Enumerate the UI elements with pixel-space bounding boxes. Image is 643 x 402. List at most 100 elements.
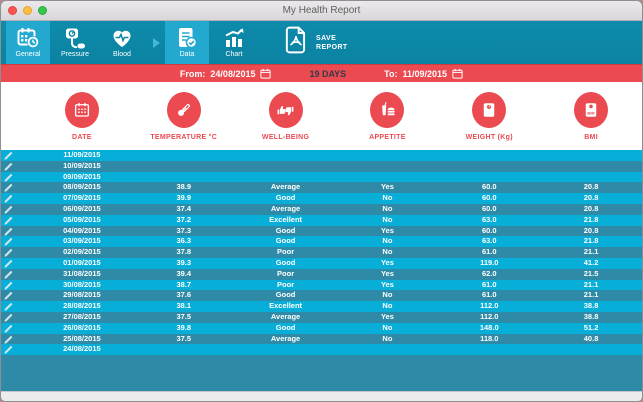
table-row[interactable]: 10/09/2015 [1, 160, 642, 172]
to-date-field[interactable]: To: 11/09/2015 [384, 68, 463, 79]
table-row[interactable]: 08/09/2015 38.9 Average Yes 60.0 20.8 [1, 182, 642, 194]
table-row[interactable]: 25/08/2015 37.5 Average No 118.0 40.8 [1, 333, 642, 345]
edit-pencil-icon[interactable] [1, 150, 31, 161]
from-date-field[interactable]: From: 24/08/2015 [180, 68, 272, 79]
cell-wellbeing: Average [270, 333, 301, 343]
cell-weight: 112.0 [480, 301, 499, 311]
table-row[interactable]: 07/09/2015 39.9 Good No 60.0 20.8 [1, 193, 642, 204]
edit-pencil-icon[interactable] [1, 344, 31, 355]
cell-date: 26/08/2015 [63, 322, 101, 332]
edit-pencil-icon[interactable] [1, 269, 31, 280]
cell-temperature: 38.7 [176, 279, 192, 289]
cell-date: 06/09/2015 [63, 204, 101, 214]
cell-bmi: 21.1 [583, 279, 599, 289]
table-row[interactable]: 05/09/2015 37.2 Excellent No 63.0 21.8 [1, 214, 642, 226]
toolbar-button-data[interactable]: Data [165, 21, 209, 64]
cell-bmi: 20.8 [583, 193, 599, 203]
table-row[interactable]: 01/09/2015 39.3 Good Yes 119.0 41.2 [1, 257, 642, 269]
cell-wellbeing: Good [275, 258, 296, 268]
edit-pencil-icon[interactable] [1, 172, 31, 183]
table-row[interactable]: 29/08/2015 37.6 Good No 61.0 21.1 [1, 290, 642, 302]
calendar-clock-icon [16, 26, 40, 50]
cell-date: 03/09/2015 [63, 236, 101, 246]
cell-date: 07/09/2015 [63, 193, 101, 203]
pdf-icon [283, 26, 309, 59]
edit-gutter-header [1, 82, 31, 150]
column-header-weight: WEIGHT (Kg) [438, 82, 540, 150]
cell-appetite: No [382, 204, 393, 214]
toolbar-button-chart[interactable]: Chart [212, 21, 256, 64]
cell-bmi: 51.2 [583, 322, 599, 332]
table-row[interactable]: 09/09/2015 [1, 171, 642, 183]
edit-pencil-icon[interactable] [1, 193, 31, 204]
edit-pencil-icon[interactable] [1, 161, 31, 172]
zoom-button[interactable] [38, 6, 47, 15]
table-row[interactable]: 06/09/2015 37.4 Average No 60.0 20.8 [1, 203, 642, 215]
table-row[interactable]: 11/09/2015 [1, 150, 642, 161]
cell-wellbeing: Average [270, 204, 301, 214]
toolbar-button-general[interactable]: General [6, 21, 50, 64]
table-row[interactable]: 30/08/2015 38.7 Poor Yes 61.0 21.1 [1, 279, 642, 291]
cell-wellbeing: Good [275, 290, 296, 300]
edit-pencil-icon[interactable] [1, 312, 31, 323]
table-row[interactable]: 27/08/2015 37.5 Average Yes 112.0 38.8 [1, 311, 642, 323]
cell-appetite: No [382, 290, 393, 300]
cell-appetite: Yes [380, 225, 394, 235]
column-header-bmi: BMI BMI [540, 82, 642, 150]
toolbar: General Pressure Blood Data Chart SAVE R… [1, 21, 642, 64]
table-empty-area [1, 355, 642, 391]
edit-pencil-icon[interactable] [1, 182, 31, 193]
cell-appetite: No [382, 236, 393, 246]
table-row[interactable]: 31/08/2015 39.4 Poor Yes 62.0 21.5 [1, 268, 642, 280]
calendar-picker-icon[interactable] [260, 68, 272, 79]
minimize-button[interactable] [23, 6, 32, 15]
save-report-button[interactable]: SAVE REPORT [283, 21, 348, 64]
cell-temperature: 37.4 [176, 204, 192, 214]
edit-pencil-icon[interactable] [1, 323, 31, 334]
cell-weight: 60.0 [481, 193, 497, 203]
table-row[interactable]: 26/08/2015 39.8 Good No 148.0 51.2 [1, 322, 642, 334]
thumbs-up-down-icon [268, 92, 303, 128]
edit-pencil-icon[interactable] [1, 204, 31, 215]
cell-date: 09/09/2015 [63, 171, 101, 181]
cell-bmi: 20.8 [583, 204, 599, 214]
cell-date: 10/09/2015 [63, 160, 101, 170]
toolbar-button-pressure[interactable]: Pressure [53, 21, 97, 64]
cell-bmi: 21.8 [583, 236, 599, 246]
bmi-scale-icon: BMI [574, 92, 609, 128]
edit-pencil-icon[interactable] [1, 247, 31, 258]
window-title: My Health Report [282, 5, 361, 16]
table-row[interactable]: 03/09/2015 36.3 Good No 63.0 21.8 [1, 236, 642, 248]
column-header-wellbeing: WELL-BEING [235, 82, 337, 150]
cell-temperature: 37.2 [176, 214, 192, 224]
cell-date: 28/08/2015 [63, 301, 101, 311]
edit-pencil-icon[interactable] [1, 215, 31, 226]
edit-pencil-icon[interactable] [1, 334, 31, 345]
edit-pencil-icon[interactable] [1, 301, 31, 312]
edit-pencil-icon[interactable] [1, 258, 31, 269]
table-row[interactable]: 04/09/2015 37.3 Good Yes 60.0 20.8 [1, 225, 642, 237]
cell-wellbeing: Good [275, 193, 296, 203]
edit-pencil-icon[interactable] [1, 226, 31, 237]
column-header-row: DATE TEMPERATURE °C WELL-BEING APPETITE … [1, 82, 642, 150]
table-row[interactable]: 24/08/2015 [1, 344, 642, 356]
cell-temperature: 39.4 [176, 268, 192, 278]
table-body: 11/09/2015 10/09/2015 09/09/2015 08/09/2015… [1, 150, 642, 356]
cell-appetite: No [382, 193, 393, 203]
close-button[interactable] [8, 6, 17, 15]
table-row[interactable]: 28/08/2015 38.1 Excellent No 112.0 38.8 [1, 301, 642, 312]
cell-bmi: 41.2 [583, 258, 599, 268]
cell-temperature: 36.3 [176, 236, 192, 246]
edit-pencil-icon[interactable] [1, 280, 31, 291]
thermometer-icon [166, 92, 201, 128]
flow-arrow-icon [147, 21, 165, 64]
table-row[interactable]: 02/09/2015 37.8 Poor No 61.0 21.1 [1, 247, 642, 258]
cell-date: 30/08/2015 [63, 279, 101, 289]
cell-appetite: No [382, 301, 393, 311]
cell-temperature: 39.8 [176, 322, 192, 332]
edit-pencil-icon[interactable] [1, 290, 31, 301]
calendar-picker-icon[interactable] [452, 68, 463, 79]
cell-bmi: 38.8 [583, 301, 599, 311]
edit-pencil-icon[interactable] [1, 236, 31, 247]
toolbar-button-blood[interactable]: Blood [100, 21, 144, 64]
